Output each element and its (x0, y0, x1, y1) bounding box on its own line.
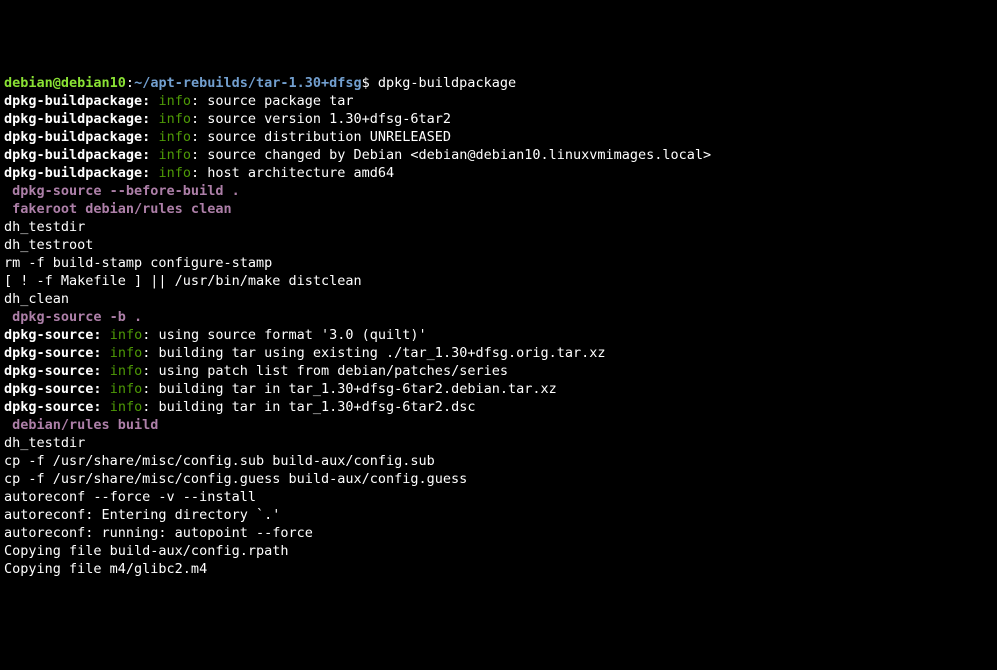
build-step: dpkg-source -b . (4, 309, 142, 325)
build-step: dpkg-source --before-build . (4, 183, 240, 199)
info-msg: source version 1.30+dfsg-6tar2 (207, 111, 451, 127)
build-step: fakeroot debian/rules clean (4, 201, 232, 217)
prog-name: dpkg-source: (4, 381, 102, 397)
output-line: dpkg-buildpackage: info: source version … (4, 110, 993, 128)
prompt-dollar: $ (362, 75, 378, 91)
sep: : (142, 363, 158, 379)
info-label: info (158, 93, 191, 109)
output-line: dpkg-source: info: building tar in tar_1… (4, 398, 993, 416)
plain-text: cp -f /usr/share/misc/config.sub build-a… (4, 453, 435, 469)
plain-text: Copying file build-aux/config.rpath (4, 543, 288, 559)
output-line: autoreconf --force -v --install (4, 488, 993, 506)
plain-text: autoreconf --force -v --install (4, 489, 256, 505)
prog-name: dpkg-source: (4, 327, 102, 343)
output-line: dpkg-source: info: using patch list from… (4, 362, 993, 380)
info-label: info (110, 363, 143, 379)
output-line: cp -f /usr/share/misc/config.sub build-a… (4, 452, 993, 470)
terminal-output[interactable]: debian@debian10:~/apt-rebuilds/tar-1.30+… (4, 74, 993, 578)
output-line: dpkg-buildpackage: info: host architectu… (4, 164, 993, 182)
output-line: dpkg-source: info: using source format '… (4, 326, 993, 344)
prog-name: dpkg-buildpackage: (4, 147, 150, 163)
info-label: info (158, 129, 191, 145)
sep: : (191, 147, 207, 163)
plain-text: autoreconf: running: autopoint --force (4, 525, 313, 541)
sep: : (142, 345, 158, 361)
prog-name: dpkg-buildpackage: (4, 165, 150, 181)
output-line: dpkg-buildpackage: info: source distribu… (4, 128, 993, 146)
plain-text: dh_clean (4, 291, 69, 307)
prompt-line: debian@debian10:~/apt-rebuilds/tar-1.30+… (4, 74, 993, 92)
prog-name: dpkg-source: (4, 363, 102, 379)
output-line: dpkg-source: info: building tar in tar_1… (4, 380, 993, 398)
output-line: dh_testdir (4, 218, 993, 236)
info-msg: using source format '3.0 (quilt)' (158, 327, 426, 343)
info-msg: source package tar (207, 93, 353, 109)
sep: : (191, 165, 207, 181)
plain-text: [ ! -f Makefile ] || /usr/bin/make distc… (4, 273, 362, 289)
output-line: fakeroot debian/rules clean (4, 200, 993, 218)
sep: : (142, 399, 158, 415)
info-label: info (158, 165, 191, 181)
output-line: autoreconf: running: autopoint --force (4, 524, 993, 542)
info-msg: building tar in tar_1.30+dfsg-6tar2.dsc (158, 399, 475, 415)
info-msg: using patch list from debian/patches/ser… (158, 363, 508, 379)
plain-text: autoreconf: Entering directory `.' (4, 507, 280, 523)
plain-text: Copying file m4/glibc2.m4 (4, 561, 207, 577)
info-label: info (110, 381, 143, 397)
info-msg: host architecture amd64 (207, 165, 394, 181)
output-line: dpkg-source --before-build . (4, 182, 993, 200)
prog-name: dpkg-buildpackage: (4, 129, 150, 145)
info-msg: building tar using existing ./tar_1.30+d… (158, 345, 605, 361)
space (102, 363, 110, 379)
info-msg: source changed by Debian <debian@debian1… (207, 147, 711, 163)
space (102, 399, 110, 415)
info-label: info (158, 147, 191, 163)
output-line: dpkg-buildpackage: info: source changed … (4, 146, 993, 164)
plain-text: cp -f /usr/share/misc/config.guess build… (4, 471, 467, 487)
prog-name: dpkg-buildpackage: (4, 93, 150, 109)
sep: : (191, 93, 207, 109)
output-line: dh_clean (4, 290, 993, 308)
output-line: dpkg-buildpackage: info: source package … (4, 92, 993, 110)
output-line: dh_testroot (4, 236, 993, 254)
space (102, 327, 110, 343)
prompt-sep: : (126, 75, 134, 91)
plain-text: dh_testdir (4, 435, 85, 451)
command-text: dpkg-buildpackage (378, 75, 516, 91)
info-label: info (158, 111, 191, 127)
prog-name: dpkg-source: (4, 345, 102, 361)
sep: : (142, 327, 158, 343)
space (102, 345, 110, 361)
output-line: rm -f build-stamp configure-stamp (4, 254, 993, 272)
output-line: Copying file m4/glibc2.m4 (4, 560, 993, 578)
output-line: debian/rules build (4, 416, 993, 434)
prompt-user: debian@debian10 (4, 75, 126, 91)
output-line: [ ! -f Makefile ] || /usr/bin/make distc… (4, 272, 993, 290)
info-msg: building tar in tar_1.30+dfsg-6tar2.debi… (158, 381, 556, 397)
sep: : (142, 381, 158, 397)
output-line: Copying file build-aux/config.rpath (4, 542, 993, 560)
plain-text: rm -f build-stamp configure-stamp (4, 255, 272, 271)
info-label: info (110, 327, 143, 343)
build-step: debian/rules build (4, 417, 158, 433)
info-msg: source distribution UNRELEASED (207, 129, 451, 145)
info-label: info (110, 399, 143, 415)
info-label: info (110, 345, 143, 361)
output-line: dh_testdir (4, 434, 993, 452)
sep: : (191, 129, 207, 145)
prompt-path: ~/apt-rebuilds/tar-1.30+dfsg (134, 75, 362, 91)
output-line: dpkg-source: info: building tar using ex… (4, 344, 993, 362)
sep: : (191, 111, 207, 127)
output-line: autoreconf: Entering directory `.' (4, 506, 993, 524)
plain-text: dh_testroot (4, 237, 93, 253)
prog-name: dpkg-buildpackage: (4, 111, 150, 127)
output-line: dpkg-source -b . (4, 308, 993, 326)
plain-text: dh_testdir (4, 219, 85, 235)
prog-name: dpkg-source: (4, 399, 102, 415)
space (102, 381, 110, 397)
output-line: cp -f /usr/share/misc/config.guess build… (4, 470, 993, 488)
